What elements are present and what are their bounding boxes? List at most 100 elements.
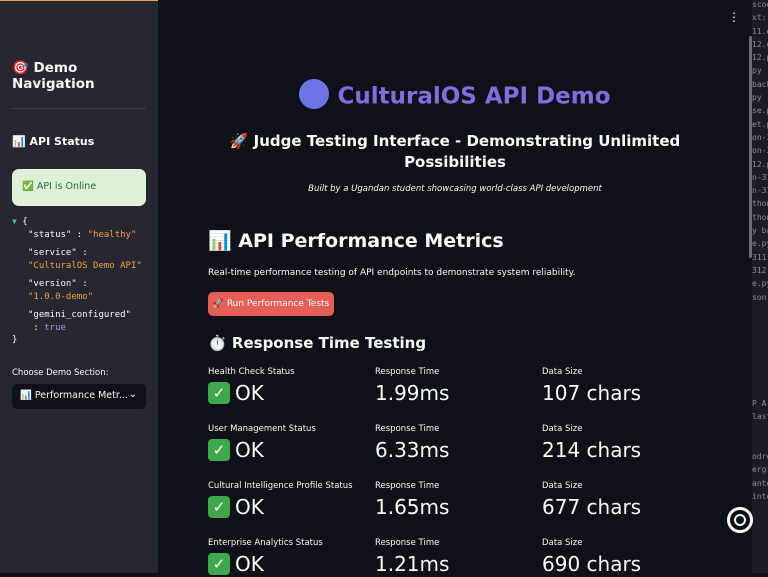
metric-label: Cultural Intelligence Profile Status (208, 481, 353, 491)
metric-value: 107 chars (542, 381, 642, 405)
page-subtitle: 🚀 Judge Testing Interface - Demonstratin… (229, 132, 681, 171)
data-size-metric: Data Size 214 chars (542, 424, 641, 462)
background-text: et.p (752, 119, 768, 129)
background-text: ergra (752, 465, 768, 475)
subsection-heading-text: Response Time Testing (231, 334, 427, 352)
api-status-heading-text: API Status (29, 135, 95, 148)
background-text: odre (752, 452, 768, 462)
status-json-viewer: ▼ { "status" : "healthy" "service" : "Cu… (12, 217, 142, 345)
bar-chart-icon: 📊 (208, 230, 232, 252)
data-size-metric: Data Size 107 chars (542, 367, 641, 405)
metric-value: 690 chars (542, 552, 642, 576)
background-text: last (752, 412, 768, 422)
api-status-heading: 📊 API Status (12, 135, 94, 148)
metric-value: 214 chars (542, 438, 642, 462)
metric-value: 6.33ms (375, 438, 450, 462)
subsection-heading: ⏱️ Response Time Testing (208, 334, 426, 352)
status-metric: Cultural Intelligence Profile Status ✓ OK (208, 481, 353, 520)
background-text: py (752, 93, 762, 103)
background-text: scod (752, 0, 768, 9)
run-performance-tests-button[interactable]: 🚀 Run Performance Tests (208, 292, 334, 316)
background-text (752, 306, 768, 319)
page-title: CulturalOS API Demo (158, 79, 752, 112)
json-value: "CulturalOS Demo API" (28, 260, 142, 271)
metric-value: 1.99ms (375, 381, 450, 405)
status-metric: Enterprise Analytics Status ✓ OK (208, 538, 323, 577)
metric-label: Response Time (375, 481, 440, 491)
section-description: Real-time performance testing of API end… (208, 268, 576, 278)
background-text: 312 (752, 265, 767, 275)
status-metric: User Management Status ✓ OK (208, 424, 316, 463)
byline: Built by a Ugandan student showcasing wo… (308, 184, 602, 194)
check-icon: ✓ (208, 438, 230, 461)
background-text (752, 332, 768, 345)
data-size-metric: Data Size 677 chars (542, 481, 641, 519)
background-text: P A (752, 398, 767, 408)
section-heading-text: API Performance Metrics (238, 230, 504, 252)
background-text (752, 439, 768, 452)
background-text (752, 359, 768, 372)
background-text (752, 372, 768, 385)
metric-label: Enterprise Analytics Status (208, 538, 323, 548)
assistant-logo-icon[interactable] (727, 507, 753, 533)
check-icon: ✓ (208, 552, 230, 575)
background-text: py (752, 66, 762, 76)
json-value: "healthy" (87, 229, 137, 240)
background-text: son (752, 292, 767, 302)
api-online-alert: ✅ API is Online (12, 169, 146, 206)
blue-circle-icon (299, 79, 330, 109)
metric-value: 677 chars (542, 495, 642, 519)
metric-label: Data Size (542, 538, 583, 548)
collapse-caret-icon[interactable]: ▼ (12, 217, 17, 226)
metric-value: 1.21ms (375, 552, 450, 576)
metric-label: Response Time (375, 424, 440, 434)
response-time-metric: Response Time 1.99ms (375, 367, 449, 405)
background-text: 11.e (752, 26, 768, 36)
background-text: n-31 (752, 172, 768, 182)
check-icon: ✓ (208, 381, 230, 404)
background-text: back (752, 79, 768, 89)
json-key: "service" (28, 248, 77, 258)
background-text (752, 426, 768, 439)
sidebar: 🎯 Demo Navigation 📊 API Status ✅ API is … (0, 0, 158, 573)
background-text: on-3 (752, 146, 768, 156)
response-time-metric: Response Time 1.65ms (375, 481, 449, 519)
section-select[interactable]: 📊 Performance Metr... ⌄ (12, 384, 146, 409)
background-text (752, 386, 768, 399)
chevron-down-icon: ⌄ (128, 389, 137, 400)
background-text: thon (752, 212, 768, 222)
sidebar-divider (12, 108, 146, 109)
metric-label: User Management Status (208, 424, 316, 434)
main-content: CulturalOS API Demo 🚀 Judge Testing Inte… (158, 0, 752, 576)
section-select-value: Performance Metr... (34, 390, 128, 401)
background-text (752, 319, 768, 332)
section-heading: 📊 API Performance Metrics (208, 229, 504, 252)
page-title-text: CulturalOS API Demo (337, 83, 611, 110)
background-text: 12.p (752, 159, 768, 169)
metric-label: Data Size (542, 367, 583, 377)
background-text: inte (752, 491, 768, 501)
background-text: on-3 (752, 132, 768, 142)
metric-value: OK (235, 495, 264, 519)
background-text: se.p (752, 106, 768, 116)
data-size-metric: Data Size 690 chars (542, 538, 641, 576)
json-key: "gemini_configured" (28, 310, 131, 320)
background-text: e.py (752, 279, 768, 289)
target-icon: 🎯 (12, 60, 29, 76)
background-text: thon (752, 199, 768, 209)
metric-value: OK (235, 552, 264, 576)
more-options-icon[interactable]: ⋮ (728, 10, 740, 24)
status-metric: Health Check Status ✓ OK (208, 367, 295, 406)
background-text: y ba (752, 226, 768, 236)
metric-label: Response Time (375, 538, 440, 548)
background-window-strip: scod xt: (s 11.e 12.e 12.p py back py se… (752, 0, 768, 573)
background-text: n-31 (752, 186, 768, 196)
check-icon: ✓ (208, 495, 230, 518)
metric-label: Health Check Status (208, 367, 295, 377)
background-text: 311 (752, 252, 767, 262)
background-text: xt: (s (752, 13, 768, 23)
api-online-text: API is Online (36, 181, 97, 192)
background-text: ante (752, 478, 768, 488)
metric-value: 1.65ms (375, 495, 450, 519)
metric-label: Data Size (542, 481, 583, 491)
